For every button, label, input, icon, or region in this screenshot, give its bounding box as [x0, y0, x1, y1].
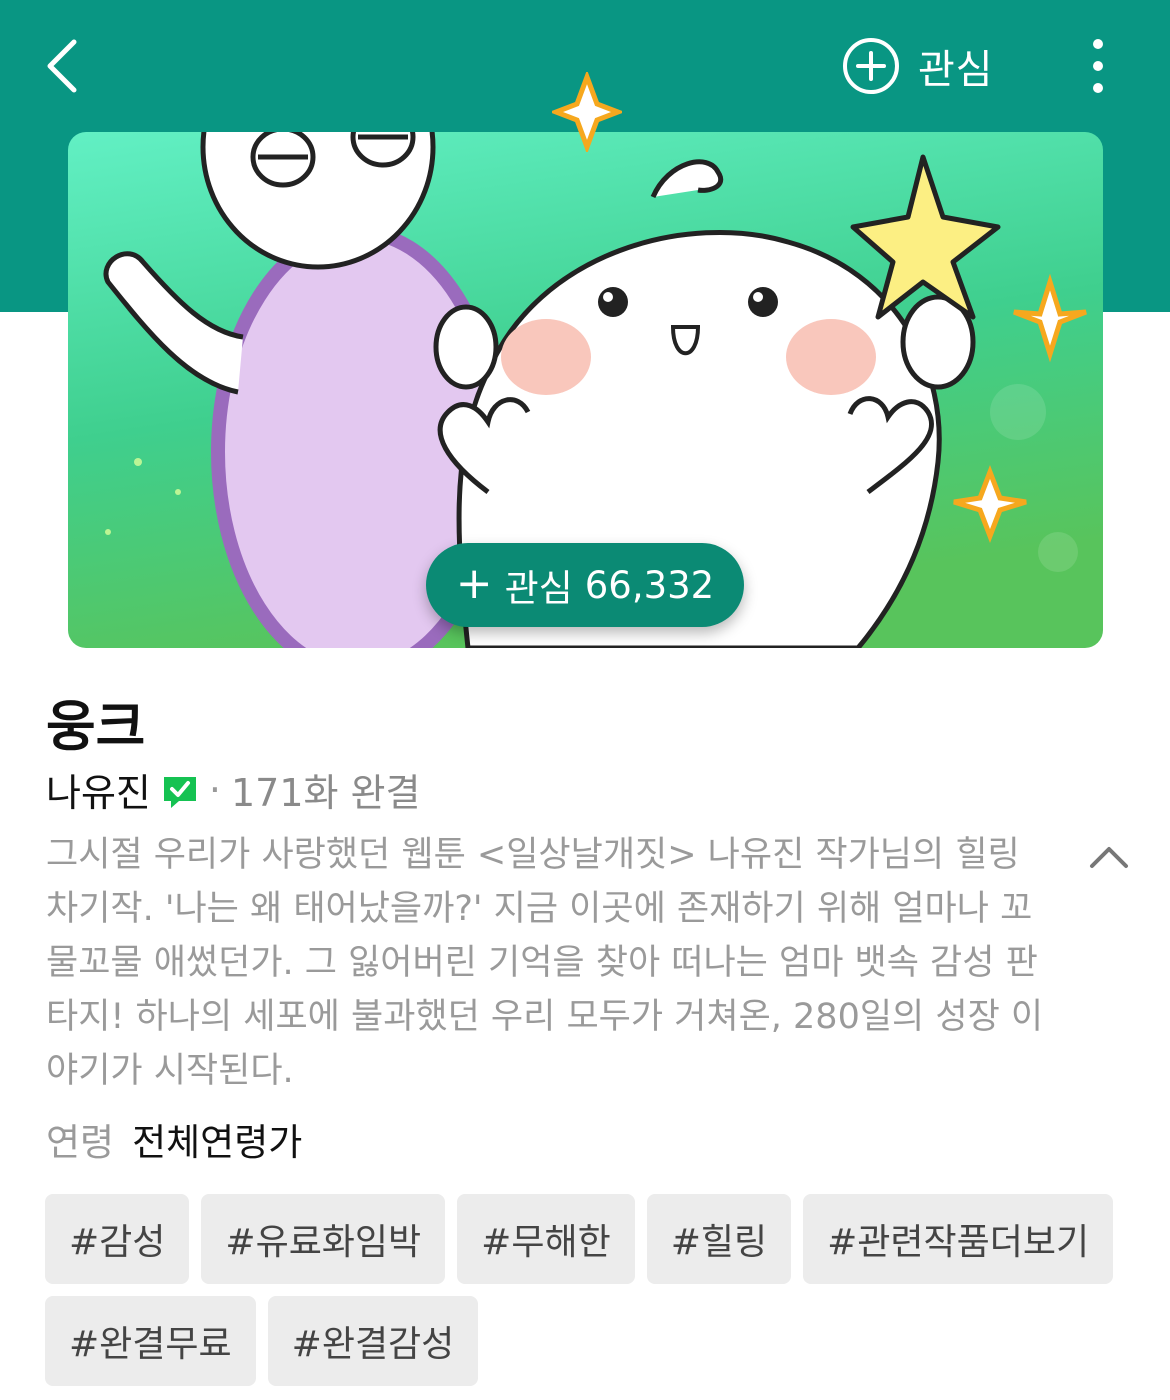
- plus-circle-icon: [843, 38, 899, 94]
- webtoon-title: 웅크: [46, 695, 146, 758]
- tag-chip[interactable]: #완결감성: [267, 1296, 479, 1386]
- webtoon-description: 그시절 우리가 사랑했던 웹툰 <일상날개짓> 나유진 작가님의 힐링 차기작.…: [46, 835, 1044, 1091]
- tag-chip[interactable]: #힐링: [646, 1194, 792, 1284]
- favorite-count-label: 관심: [504, 567, 573, 610]
- chevron-up-icon: [1090, 847, 1128, 868]
- more-options-button[interactable]: [1068, 34, 1128, 98]
- favorite-label: 관심: [918, 47, 994, 93]
- age-rating: 연령 전체연령가: [46, 1112, 302, 1166]
- favorite-button[interactable]: 관심: [842, 34, 994, 98]
- author-name[interactable]: 나유진: [46, 762, 151, 817]
- age-label: 연령: [46, 1121, 115, 1164]
- age-value: 전체연령가: [132, 1121, 303, 1164]
- tag-chip[interactable]: #완결무료: [45, 1296, 256, 1386]
- separator-dot: ·: [208, 767, 221, 812]
- tag-list: #감성 #유료화임박 #무해한 #힐링 #관련작품더보기 #완결무료 #완결감성: [45, 1194, 1135, 1398]
- sparkle-icon: [552, 72, 622, 152]
- chevron-left-icon: [47, 39, 77, 93]
- vertical-dots-icon: [1093, 39, 1103, 93]
- tag-chip[interactable]: #감성: [45, 1194, 190, 1284]
- back-button[interactable]: [30, 30, 100, 100]
- tag-chip[interactable]: #유료화임박: [201, 1194, 446, 1284]
- tag-chip[interactable]: #무해한: [457, 1194, 635, 1284]
- episode-count: 171화 완결: [230, 771, 421, 815]
- favorite-count: 66,332: [584, 563, 715, 607]
- verified-chat-icon: [163, 776, 196, 808]
- webtoon-meta: 나유진 · 171화 완결: [46, 762, 420, 817]
- plus-icon: +: [455, 557, 493, 609]
- tag-chip[interactable]: #관련작품더보기: [803, 1194, 1114, 1284]
- collapse-description-button[interactable]: [1084, 836, 1134, 876]
- favorite-count-button[interactable]: + 관심 66,332: [426, 543, 744, 627]
